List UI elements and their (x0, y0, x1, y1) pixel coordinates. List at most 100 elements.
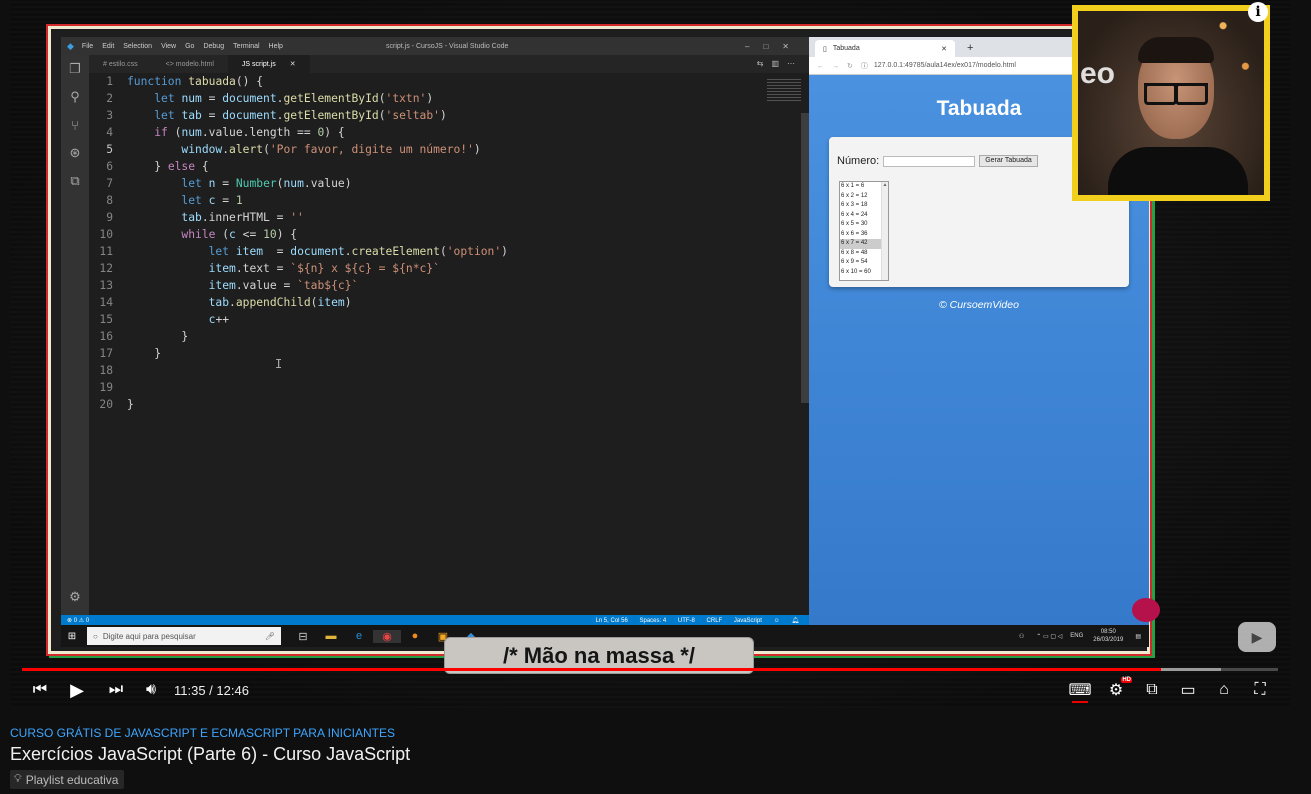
close-tab-icon[interactable]: ✕ (941, 45, 947, 53)
line-code: c++ (208, 313, 230, 326)
new-tab-icon[interactable]: + (967, 42, 973, 54)
player-controls: ⏮ ▶ ⏭ 🔊︎ 11:35 / 12:46 ⌨ ⚙ HD ⧉ ▭ ⌂ ⛶ (10, 676, 1290, 704)
line-code: } (127, 398, 134, 411)
windows-start-icon[interactable]: ⊞ (61, 631, 83, 642)
url-field[interactable]: 127.0.0.1:49785/aula14ex/ex017/modelo.ht… (874, 62, 1016, 69)
editor-scrollbar[interactable] (801, 113, 809, 403)
chrome-icon[interactable]: ◉ (373, 629, 401, 643)
debug-icon[interactable]: ⊛ (61, 139, 89, 167)
status-language[interactable]: JavaScript (734, 618, 762, 624)
copyright-footer: © CursoemVideo (939, 299, 1019, 311)
subtitles-icon[interactable]: ⌨ (1068, 676, 1092, 704)
line-code: tab.appendChild(item) (208, 296, 352, 309)
volume-icon[interactable]: 🔊︎ (140, 676, 162, 704)
bell-icon[interactable]: 🔔︎ (791, 618, 799, 624)
microphone-icon[interactable]: 🎤︎ (265, 632, 275, 641)
editor-tab[interactable]: JS script.js ✕ (227, 55, 310, 73)
notification-icon[interactable]: ▤ (1135, 633, 1141, 640)
playlist-tag-link[interactable]: CURSO GRÁTIS DE JAVASCRIPT E ECMASCRIPT … (10, 726, 410, 740)
presenter-glasses (1144, 83, 1208, 105)
status-eol[interactable]: CRLF (707, 618, 723, 624)
menu-item-go[interactable]: Go (185, 43, 194, 50)
miniplayer-icon[interactable]: ⧉ (1142, 676, 1162, 704)
fullscreen-icon[interactable]: ⛶ (1250, 676, 1270, 704)
line-number: 5 (106, 143, 113, 156)
editor-actions-icons[interactable]: ⇆▥⋯ (757, 59, 803, 68)
webcam-bg-text: eo (1080, 57, 1116, 90)
vscode-menu: File Edit Selection View Go Debug Terminal Help (82, 43, 292, 50)
menu-item-debug[interactable]: Debug (203, 43, 224, 50)
people-icon[interactable]: ⚇ (1019, 633, 1024, 640)
taskbar-search[interactable]: ○ Digite aqui para pesquisar 🎤︎ (87, 627, 281, 645)
minimap[interactable] (767, 77, 801, 101)
numero-input[interactable] (883, 155, 976, 167)
code-line: 1 function tabuada() { (89, 73, 795, 90)
video-player[interactable]: ◆ File Edit Selection View Go Debug Terminal He… (10, 0, 1290, 708)
settings-gear-icon[interactable]: ⚙ (61, 583, 89, 611)
code-line: 3 let tab = document.getElementById('sel… (89, 107, 795, 124)
tray-icons[interactable]: ⌃ ▭ ▢ ◁ (1036, 633, 1062, 640)
explorer-icon[interactable]: ❐ (61, 55, 89, 83)
settings-icon[interactable]: ⚙ HD (1106, 676, 1132, 704)
clock-time: 08:50 (1100, 629, 1116, 635)
menu-item-terminal[interactable]: Terminal (233, 43, 259, 50)
line-number: 16 (99, 330, 113, 343)
smiley-icon[interactable]: ☺ (774, 618, 780, 624)
activity-bar: ❐ ⚲ ⑂ ⊛ ⧉ ⚙ (61, 55, 89, 615)
menu-item-selection[interactable]: Selection (123, 43, 152, 50)
channel-watermark-icon[interactable]: ▶ (1238, 622, 1276, 652)
code-editor[interactable]: 1 function tabuada() {2 let num = documen… (89, 73, 809, 615)
file-explorer-icon[interactable]: ▬ (317, 630, 345, 643)
next-icon[interactable]: ⏭ (106, 676, 126, 704)
menu-item-help[interactable]: Help (269, 43, 283, 50)
status-position[interactable]: Ln 5, Col 56 (595, 618, 627, 624)
menu-item-edit[interactable]: Edit (102, 43, 114, 50)
task-view-icon[interactable]: ⊟ (289, 630, 317, 643)
line-code: item.text = `${n} x ${c} = ${n*c}` (208, 262, 440, 275)
screen-capture-frame: ◆ File Edit Selection View Go Debug Terminal He… (48, 26, 1150, 654)
line-number: 20 (99, 398, 113, 411)
code-line: 19 (89, 379, 795, 396)
status-spaces[interactable]: Spaces: 4 (640, 618, 667, 624)
playlist-badge[interactable]: 💡︎ Playlist educativa (10, 770, 125, 789)
browser-tab-title: Tabuada (832, 45, 860, 52)
video-title: Exercícios JavaScript (Parte 6) - Curso … (10, 744, 411, 764)
line-number: 6 (106, 160, 113, 173)
language-indicator[interactable]: ENG (1070, 633, 1083, 639)
editor-tab-label: <> modelo.html (165, 60, 214, 68)
search-icon[interactable]: ⚲ (61, 83, 89, 111)
editor-tab[interactable]: # estilo.css (89, 55, 152, 73)
hd-badge: HD (1121, 677, 1132, 683)
webcam-overlay: eo (1072, 5, 1270, 201)
play-icon[interactable]: ▶ (66, 676, 88, 704)
window-controls[interactable]: –□✕ (745, 42, 803, 51)
editor-tab[interactable]: <> modelo.html (152, 55, 228, 73)
progress-bar[interactable] (22, 668, 1278, 671)
menu-item-view[interactable]: View (161, 43, 176, 50)
line-code: if (num.value.length == 0) { (154, 126, 345, 139)
theater-mode-icon[interactable]: ▭ (1178, 676, 1198, 704)
browser-tab[interactable]: ▯ Tabuada ✕ (815, 40, 955, 57)
source-control-icon[interactable]: ⑂ (61, 111, 89, 139)
code-lines: 1 function tabuada() {2 let num = documen… (89, 73, 795, 413)
tabuada-select[interactable]: 6 x 1 = 66 x 2 = 12 6 x 3 = 18 6 x 4 = 24 6… (839, 181, 889, 281)
info-icon[interactable]: ⓘ (861, 61, 868, 71)
menu-item-file[interactable]: File (82, 43, 93, 50)
select-scrollbar[interactable]: ▲ (881, 182, 888, 280)
edge-icon[interactable]: e (345, 630, 373, 643)
firefox-icon[interactable]: ● (401, 630, 429, 643)
gerar-tabuada-button[interactable]: Gerar Tabuada (979, 155, 1038, 167)
nav-back-forward-reload-icons[interactable]: ←→↻ (817, 62, 861, 70)
line-number: 4 (106, 126, 113, 139)
status-problems[interactable]: ⊗ 0 ⚠ 0 (67, 617, 89, 624)
previous-icon[interactable]: ⏮ (30, 676, 50, 704)
clock[interactable]: 08:50 26/03/2019 (1093, 628, 1123, 644)
line-number: 9 (106, 211, 113, 224)
info-card-icon[interactable]: i (1248, 2, 1268, 22)
cast-icon[interactable]: ⌂ (1214, 676, 1234, 704)
close-tab-icon[interactable]: ✕ (290, 60, 296, 68)
line-number: 19 (99, 381, 113, 394)
status-encoding[interactable]: UTF-8 (678, 618, 695, 624)
vscode-titlebar: ◆ File Edit Selection View Go Debug Terminal He… (61, 37, 809, 55)
extensions-icon[interactable]: ⧉ (61, 167, 89, 195)
